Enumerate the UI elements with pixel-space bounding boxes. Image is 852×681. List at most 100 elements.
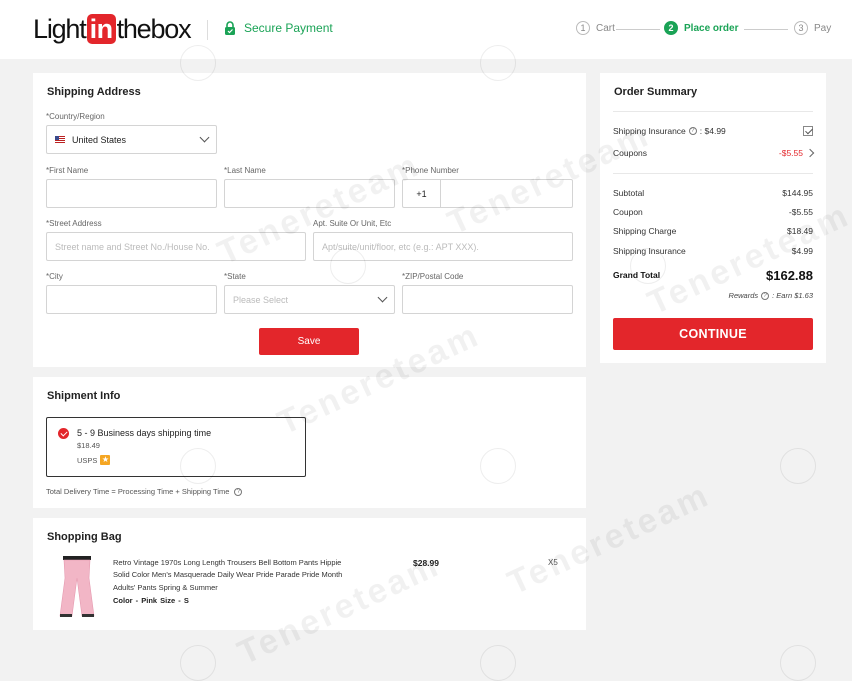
- step-label: Cart: [596, 22, 615, 34]
- summary-row-label: Subtotal: [613, 188, 645, 198]
- watermark-seal: [480, 645, 516, 681]
- help-icon[interactable]: ?: [688, 127, 697, 135]
- rewards-value: : Earn $1.63: [772, 291, 813, 300]
- summary-row-label: Shipping Insurance: [613, 246, 686, 256]
- first-name-label: *First Name: [46, 166, 89, 175]
- street-placeholder: Street name and Street No./House No.: [55, 241, 210, 252]
- step-place-order: 2 Place order: [664, 21, 738, 35]
- shipping-price: $18.49: [77, 441, 100, 450]
- rewards-label: Rewards: [728, 291, 759, 300]
- us-flag-icon: [55, 136, 65, 143]
- star-badge-icon: ★: [100, 455, 111, 465]
- step-number: 3: [794, 21, 808, 35]
- summary-row-value: $4.99: [791, 246, 813, 256]
- phone-prefix[interactable]: +1: [403, 180, 441, 207]
- shipping-carrier: USPS ★: [77, 455, 111, 465]
- country-label: *Country/Region: [46, 112, 105, 121]
- country-value: United States: [72, 134, 127, 145]
- step-connector: [616, 29, 660, 30]
- shipping-insurance-row: Shipping Insurance ? : $4.99: [613, 125, 813, 137]
- help-icon[interactable]: ?: [234, 487, 243, 496]
- order-summary-title: Order Summary: [614, 86, 698, 98]
- phone-label: *Phone Number: [402, 166, 459, 175]
- apt-placeholder: Apt/suite/unit/floor, etc (e.g.: APT XXX…: [322, 241, 479, 252]
- summary-row-value: -$5.55: [788, 207, 813, 217]
- shipping-address-title: Shipping Address: [47, 86, 141, 98]
- grand-total-value: $162.88: [766, 267, 813, 283]
- checkmark-circle-icon: [58, 428, 69, 439]
- logo-thebox: thebox: [116, 13, 192, 44]
- summary-row: Subtotal $144.95: [613, 187, 813, 199]
- phone-field[interactable]: +1: [402, 179, 573, 208]
- continue-button[interactable]: CONTINUE: [613, 318, 813, 350]
- state-label: *State: [224, 272, 246, 281]
- delivery-note: Total Delivery Time = Processing Time + …: [46, 487, 243, 496]
- logo[interactable]: Light in thebox: [33, 13, 192, 45]
- header: Light in thebox Secure Payment 1 Cart 2 Pl…: [0, 0, 852, 59]
- rewards: Rewards ? : Earn $1.63: [729, 291, 813, 300]
- secure-payment-label: Secure Payment: [244, 21, 333, 35]
- last-name-field[interactable]: [224, 179, 395, 208]
- checkout-steps: 1 Cart 2 Place order 3 Pay: [576, 21, 836, 39]
- summary-divider: [613, 173, 813, 174]
- zip-label: *ZIP/Postal Code: [402, 272, 464, 281]
- grand-total-label: Grand Total: [613, 270, 661, 280]
- product-attributes: Color - Pink Size - S: [113, 596, 189, 605]
- step-number: 2: [664, 21, 678, 35]
- save-button[interactable]: Save: [259, 328, 359, 355]
- step-connector: [744, 29, 788, 30]
- shipping-option[interactable]: 5 - 9 Business days shipping time $18.49…: [46, 417, 306, 477]
- summary-row-value: $144.95: [782, 188, 813, 198]
- summary-row-value: $18.49: [787, 226, 813, 236]
- street-label: *Street Address: [46, 219, 102, 228]
- step-label: Place order: [684, 22, 739, 34]
- coupons-row[interactable]: Coupons -$5.55: [613, 147, 815, 159]
- shipment-info-title: Shipment Info: [47, 390, 121, 402]
- summary-row: Coupon -$5.55: [613, 206, 813, 218]
- product-image[interactable]: [55, 556, 99, 618]
- header-divider: [207, 20, 208, 40]
- state-placeholder: Please Select: [233, 294, 289, 305]
- shipping-address-card: Shipping Address: [33, 73, 586, 367]
- summary-row: Shipping Insurance $4.99: [613, 245, 813, 257]
- zip-field[interactable]: [402, 285, 573, 314]
- summary-row-label: Shipping Charge: [613, 226, 677, 236]
- watermark-seal: [780, 645, 816, 681]
- grand-total-row: Grand Total $162.88: [613, 267, 813, 283]
- last-name-label: *Last Name: [224, 166, 266, 175]
- city-label: *City: [46, 272, 63, 281]
- help-icon[interactable]: ?: [761, 291, 770, 300]
- summary-row: Shipping Charge $18.49: [613, 225, 813, 237]
- delivery-note-text: Total Delivery Time = Processing Time + …: [46, 487, 230, 496]
- insurance-value: : $4.99: [699, 126, 726, 136]
- secure-payment: Secure Payment: [224, 21, 333, 35]
- chevron-down-icon: [199, 132, 210, 143]
- country-select[interactable]: United States: [46, 125, 217, 154]
- carrier-name: USPS: [77, 455, 98, 465]
- state-select[interactable]: Please Select: [224, 285, 395, 314]
- insurance-checkbox[interactable]: [803, 126, 813, 136]
- step-number: 1: [576, 21, 590, 35]
- step-cart[interactable]: 1 Cart: [576, 21, 615, 35]
- watermark-seal: [780, 448, 816, 484]
- shopping-bag-title: Shopping Bag: [47, 531, 122, 543]
- lock-icon: [225, 21, 235, 35]
- chevron-right-icon: [805, 148, 815, 158]
- insurance-label: Shipping Insurance: [613, 126, 686, 136]
- shipping-time: 5 - 9 Business days shipping time: [77, 428, 212, 438]
- step-label: Pay: [814, 22, 832, 34]
- city-field[interactable]: [46, 285, 217, 314]
- step-pay: 3 Pay: [794, 21, 831, 35]
- product-price: $28.99: [413, 558, 439, 568]
- summary-divider: [613, 111, 813, 112]
- first-name-field[interactable]: [46, 179, 217, 208]
- product-name[interactable]: Retro Vintage 1970s Long Length Trousers…: [113, 557, 353, 594]
- logo-in: in: [86, 14, 116, 44]
- summary-row-label: Coupon: [613, 207, 643, 217]
- product-quantity: X5: [548, 558, 558, 567]
- apt-field[interactable]: Apt/suite/unit/floor, etc (e.g.: APT XXX…: [313, 232, 573, 261]
- street-address-field[interactable]: Street name and Street No./House No.: [46, 232, 306, 261]
- logo-light: Light: [33, 13, 87, 44]
- watermark-seal: [180, 645, 216, 681]
- coupons-label: Coupons: [613, 148, 648, 158]
